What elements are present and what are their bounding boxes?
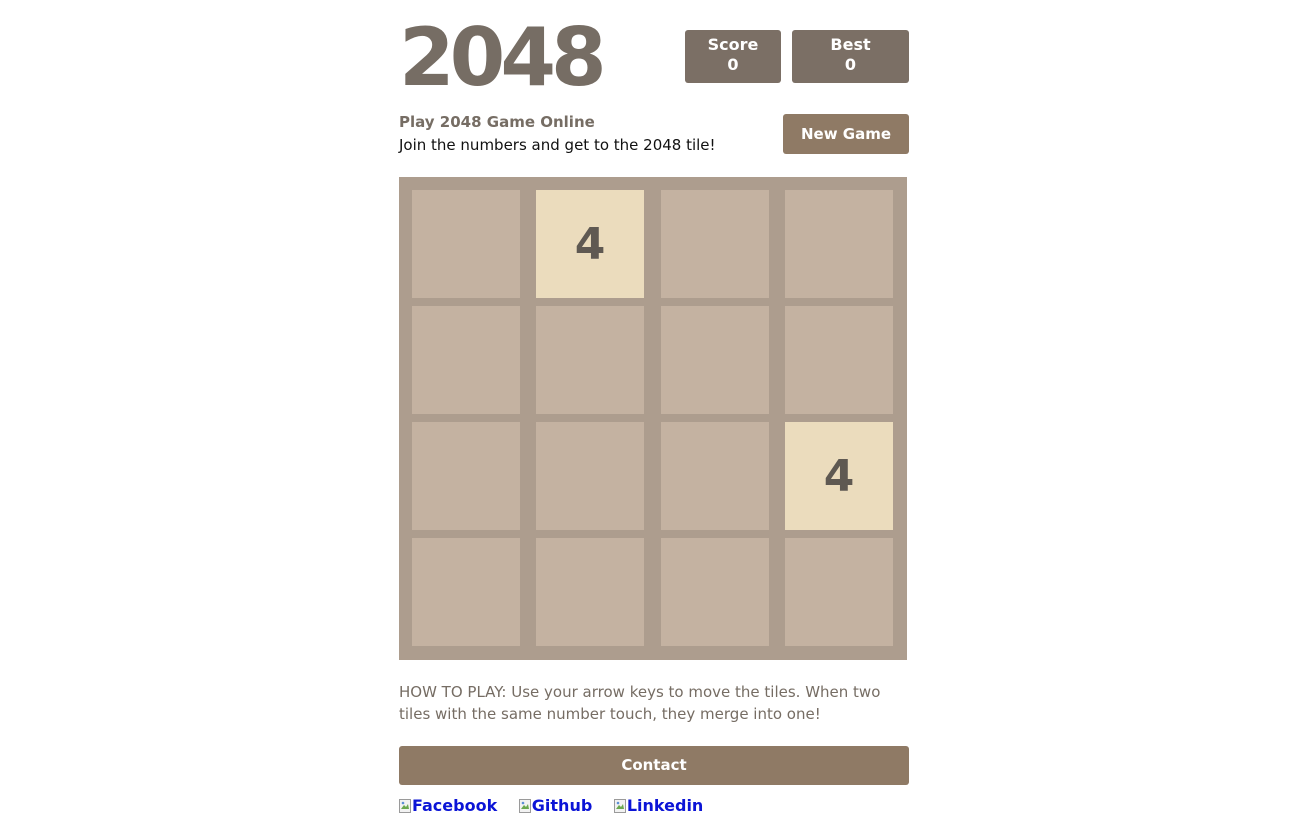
empty-cell [536,538,644,646]
contact-button[interactable]: Contact [399,746,909,785]
best-value: 0 [844,55,857,74]
best-score-box: Best 0 [792,30,909,83]
linkedin-link-label: Linkedin [626,796,704,815]
tagline: Join the numbers and get to the 2048 til… [399,136,716,154]
score-value: 0 [727,55,739,74]
empty-cell [412,422,520,530]
score-label: Score [707,35,759,54]
github-link-label: Github [531,796,593,815]
social-links: Facebook Github Linkedin [399,796,719,816]
github-link[interactable]: Github [518,796,593,816]
empty-cell [785,538,893,646]
game-title: 2048 [399,11,607,104]
facebook-link-label: Facebook [412,796,498,815]
empty-cell [412,190,520,298]
tile: 4 [536,190,644,298]
score-box: Score 0 [685,30,781,83]
broken-image-icon [399,799,411,813]
empty-cell [412,306,520,414]
game-board[interactable]: 44 [399,177,907,660]
empty-cell [661,422,769,530]
tile: 4 [785,422,893,530]
empty-cell [536,422,644,530]
linkedin-link[interactable]: Linkedin [613,796,704,816]
empty-cell [785,306,893,414]
facebook-link[interactable]: Facebook [399,796,497,816]
empty-cell [661,190,769,298]
empty-cell [661,306,769,414]
subtitle: Play 2048 Game Online [399,113,595,131]
broken-image-icon [613,799,626,813]
empty-cell [785,190,893,298]
empty-cell [412,538,520,646]
how-to-play-text: HOW TO PLAY: Use your arrow keys to move… [399,683,881,723]
broken-image-icon [518,799,531,813]
new-game-button[interactable]: New Game [783,114,909,154]
best-label: Best [830,35,871,54]
game-container: 2048 Score 0 Best 0 Play 2048 Game Onlin… [399,0,909,816]
empty-cell [661,538,769,646]
empty-cell [536,306,644,414]
